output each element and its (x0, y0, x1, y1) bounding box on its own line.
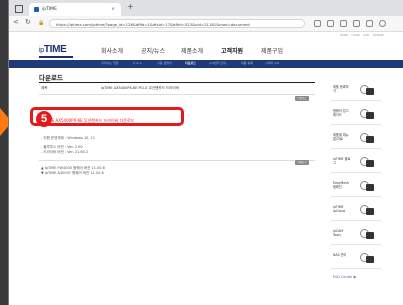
tab-bar: ipTIME × + (9, 0, 403, 16)
post-title: ipTIME AX5400PX-6E PCI-E 무선랜카드 드라이버 (101, 86, 179, 90)
easymesh-icon (360, 181, 374, 191)
side-manual[interactable]: 제품별 매뉴얼/자료 (331, 128, 381, 149)
tab-actions-icon[interactable] (15, 5, 23, 13)
site-content: HOME LOGIN JOIN SITEMAP ipTIME 회사소개 공지/뉴… (9, 32, 403, 305)
side-register[interactable]: 제품 등록하기 (331, 80, 381, 101)
gnb-news[interactable]: 공지/뉴스 (141, 46, 165, 55)
gnb-support[interactable]: 고객지원 (221, 46, 243, 55)
row-label: 제목 (41, 86, 48, 90)
sub-navigation: 자주하는 질문 Q & A 사용 설명서 다운로드 A/S센터 안내 제품 등록… (9, 60, 403, 68)
register-icon (360, 85, 374, 95)
faq-center-link[interactable]: FAQ Center ▶ (333, 275, 356, 279)
row-divider (39, 94, 315, 95)
favorite-icon[interactable] (327, 20, 334, 27)
step-badge: 5 (36, 111, 52, 127)
side-blog[interactable]: ipTIME 블로그 (331, 152, 381, 173)
driver-download-link[interactable]: ipTIME AX5400PX-6E 무선랜카드 드라이버 다운로드 (41, 118, 134, 124)
side-ipcam[interactable]: ipCAM Tools (331, 224, 381, 245)
subnav-as-center[interactable]: A/S센터 안내 (209, 61, 226, 65)
title-divider (39, 82, 315, 83)
tab-title: ipTIME (42, 7, 57, 12)
tab-close-icon[interactable]: × (111, 3, 115, 16)
side-firmware[interactable]: 펌웨어 업그레이드 (331, 104, 381, 125)
list-button[interactable]: 목록보기 (295, 160, 309, 165)
gnb-purchase[interactable]: 제품구입 (261, 46, 283, 55)
manual-icon (360, 133, 374, 143)
back-icon[interactable]: < (13, 18, 19, 26)
collections-icon[interactable] (366, 20, 373, 27)
next-post-link[interactable]: ▼ ipTIME A3004T 펌웨어 버전 11.00.6 (41, 171, 104, 176)
firmware-icon (360, 109, 374, 119)
lock-icon: 🔒 (38, 20, 45, 26)
profile-icon[interactable] (379, 20, 386, 27)
favorites-icon[interactable] (353, 20, 360, 27)
subnav-cyber-as[interactable]: 사이버 A/S (265, 61, 279, 65)
download-count-button[interactable]: 다운로드 (295, 96, 309, 101)
blog-icon (360, 157, 374, 167)
side-ipcloud[interactable]: ipTIME ipCloud (331, 200, 381, 221)
info-os: - 지원 운영체제 : Windows 10, 11 (41, 136, 96, 140)
subnav-qna[interactable]: Q & A (133, 61, 142, 65)
side-easymesh[interactable]: EasyMesh 캠페인 (331, 176, 381, 197)
subnav-faq[interactable]: 자주하는 질문 (101, 61, 119, 65)
logo-underline (39, 56, 73, 58)
read-aloud-icon[interactable] (314, 20, 321, 27)
url-input[interactable]: https://iptime.com/iptime/?page_id=126&d… (49, 19, 305, 28)
side-nas[interactable]: NAS 관리 (331, 248, 381, 269)
cloud-icon (360, 205, 374, 215)
subnav-register[interactable]: 제품 등록 (241, 61, 253, 65)
subnav-download[interactable]: 다운로드 (185, 61, 196, 65)
favicon-icon (34, 7, 39, 12)
new-tab-icon[interactable]: + (127, 2, 134, 11)
split-screen-icon[interactable] (340, 20, 347, 27)
site-logo[interactable]: ipTIME (39, 44, 67, 55)
browser-tab[interactable]: ipTIME × (29, 3, 121, 16)
content-divider (39, 160, 315, 161)
address-bar-row: < ↻ 🔒 https://iptime.com/iptime/?page_id… (9, 16, 403, 32)
info-driver: - 드라이버 버전 : Ver. 21.60.2 (41, 150, 89, 154)
page-title: 다운로드 (39, 74, 63, 82)
util-links[interactable]: HOME LOGIN JOIN SITEMAP (340, 34, 384, 37)
gnb-products[interactable]: 제품소개 (181, 46, 203, 55)
camera-icon (360, 229, 374, 239)
browser-window: ipTIME × + < ↻ 🔒 https://iptime.com/ipti… (8, 0, 403, 305)
subnav-manual[interactable]: 사용 설명서 (157, 61, 172, 65)
refresh-icon[interactable]: ↻ (25, 18, 31, 26)
gnb-company[interactable]: 회사소개 (101, 46, 123, 55)
nas-icon (360, 253, 374, 263)
